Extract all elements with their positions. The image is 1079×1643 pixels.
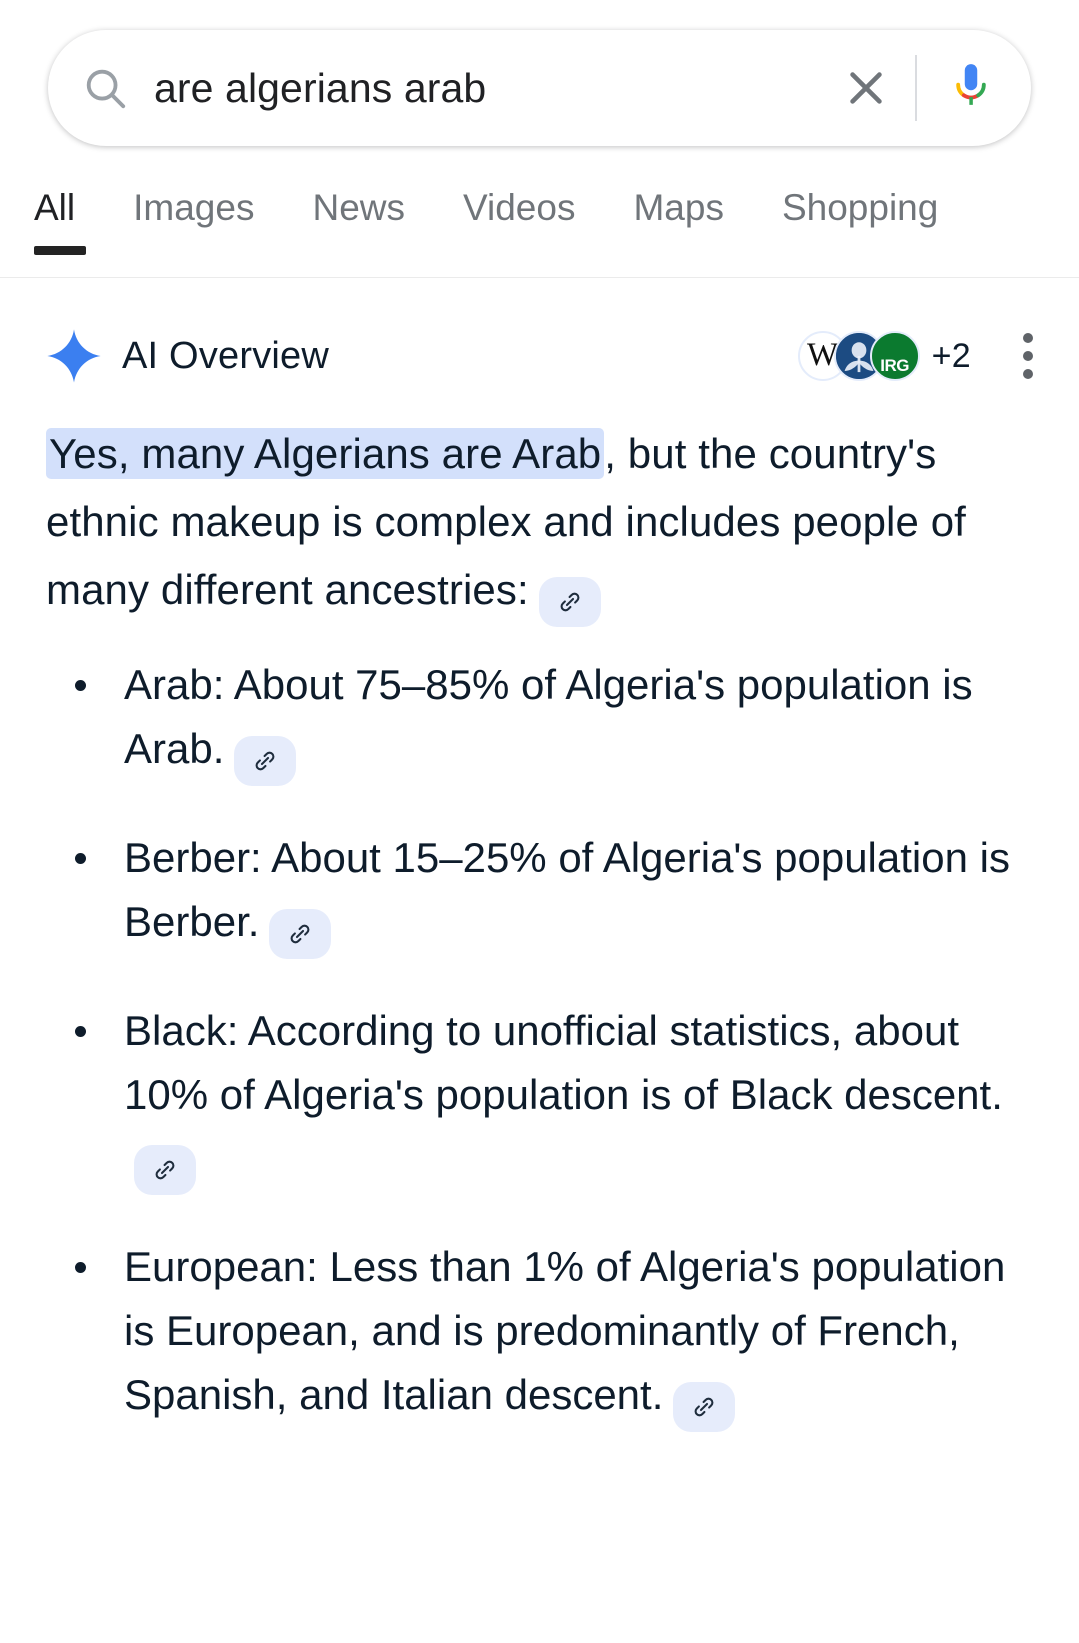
link-icon[interactable] bbox=[234, 735, 297, 786]
tab-images[interactable]: Images bbox=[133, 180, 254, 229]
search-input[interactable]: are algerians arab bbox=[154, 65, 843, 112]
irg-favicon-glyph: IRG bbox=[880, 356, 909, 375]
tab-all[interactable]: All bbox=[34, 180, 87, 255]
list-item: Black: According to unofficial statistic… bbox=[46, 999, 1033, 1196]
tab-videos[interactable]: Videos bbox=[463, 180, 575, 229]
source-favicon-group[interactable]: W IRG bbox=[797, 331, 920, 381]
search-icon bbox=[82, 65, 128, 111]
list-item: Berber: About 15–25% of Algeria's popula… bbox=[46, 826, 1033, 959]
search-tabs: All Images News Videos Maps Shopping bbox=[0, 180, 1079, 278]
close-icon[interactable] bbox=[843, 65, 889, 111]
link-icon[interactable] bbox=[269, 908, 332, 959]
kebab-dot bbox=[1023, 333, 1033, 343]
link-icon[interactable] bbox=[673, 1382, 736, 1433]
more-options-icon[interactable] bbox=[1023, 333, 1033, 379]
tab-shopping[interactable]: Shopping bbox=[782, 180, 938, 229]
search-divider bbox=[915, 55, 917, 121]
list-item-text: Black: According to unofficial statistic… bbox=[124, 1006, 1003, 1118]
search-bar-container: are algerians arab bbox=[0, 0, 1079, 146]
source-extra-count: +2 bbox=[931, 336, 971, 375]
ai-overview-paragraph: Yes, many Algerians are Arab, but the co… bbox=[46, 420, 1033, 628]
list-item-text: European: Less than 1% of Algeria's popu… bbox=[124, 1243, 1006, 1419]
link-icon[interactable] bbox=[134, 1145, 196, 1196]
kebab-dot bbox=[1023, 369, 1033, 379]
ai-overview-title: AI Overview bbox=[122, 334, 330, 377]
link-icon[interactable] bbox=[538, 577, 601, 628]
ai-overview-header: AI Overview W IRG +2 bbox=[46, 326, 1033, 386]
list-item: Arab: About 75–85% of Algeria's populati… bbox=[46, 653, 1033, 786]
ai-overview-panel: AI Overview W IRG +2 Yes, many Algerians… bbox=[0, 278, 1079, 1433]
answer-highlight: Yes, many Algerians are Arab bbox=[46, 428, 605, 479]
search-bar[interactable]: are algerians arab bbox=[48, 30, 1031, 146]
list-item: European: Less than 1% of Algeria's popu… bbox=[46, 1235, 1033, 1433]
microphone-icon[interactable] bbox=[949, 62, 993, 114]
irg-favicon[interactable]: IRG bbox=[869, 331, 920, 381]
kebab-dot bbox=[1023, 351, 1033, 361]
tab-maps[interactable]: Maps bbox=[633, 180, 723, 229]
tab-news[interactable]: News bbox=[312, 180, 405, 229]
ancestry-list: Arab: About 75–85% of Algeria's populati… bbox=[46, 653, 1033, 1433]
list-item-text: Berber: About 15–25% of Algeria's popula… bbox=[124, 833, 1010, 945]
ai-sparkle-icon bbox=[46, 328, 102, 384]
ai-overview-sources[interactable]: W IRG +2 bbox=[797, 331, 971, 381]
